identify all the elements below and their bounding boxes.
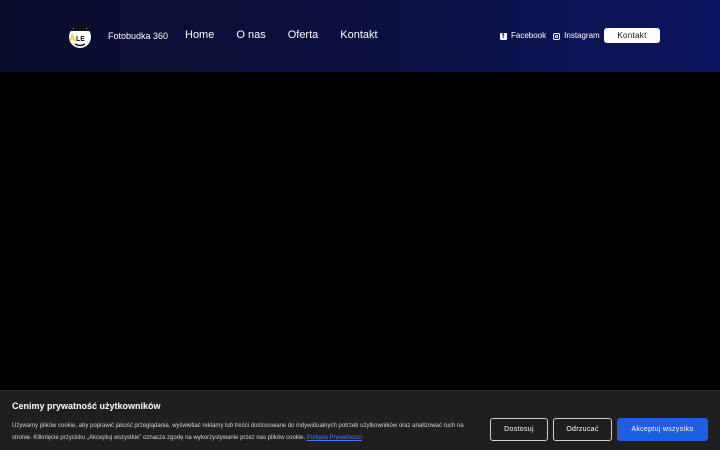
svg-text:LE: LE xyxy=(76,36,85,43)
nav-home[interactable]: Home xyxy=(185,27,214,43)
hero-section xyxy=(0,72,720,390)
social-links: Facebook Instagram xyxy=(500,30,600,43)
brand-name[interactable]: Fotobudka 360 xyxy=(108,29,168,43)
instagram-label: Instagram xyxy=(564,31,600,40)
facebook-icon xyxy=(500,31,507,43)
nav-oferta[interactable]: Oferta xyxy=(288,27,319,43)
facebook-link[interactable]: Facebook xyxy=(500,30,547,43)
customize-button[interactable]: Dostosuj xyxy=(490,418,548,441)
cookie-description: Używamy plików cookie, aby poprawić jako… xyxy=(12,423,464,441)
cookie-text: Używamy plików cookie, aby poprawić jako… xyxy=(12,420,482,444)
cookie-banner: Cenimy prywatność użytkowników Używamy p… xyxy=(0,390,720,450)
instagram-icon xyxy=(553,32,561,40)
ale-logo[interactable]: A LE xyxy=(64,16,96,52)
cookie-title: Cenimy prywatność użytkowników xyxy=(12,401,161,411)
accept-all-button[interactable]: Akceptuj wszystko xyxy=(617,418,708,441)
privacy-policy-link[interactable]: Polityka Prywatności xyxy=(307,435,362,441)
site-header: A LE Fotobudka 360 Home O nas Oferta Kon… xyxy=(0,0,720,72)
instagram-link[interactable]: Instagram xyxy=(553,30,600,42)
main-nav: Home O nas Oferta Kontakt xyxy=(185,27,378,43)
facebook-label: Facebook xyxy=(511,31,547,40)
svg-text:A: A xyxy=(69,33,76,43)
nav-o-nas[interactable]: O nas xyxy=(236,27,265,43)
nav-kontakt[interactable]: Kontakt xyxy=(340,27,377,43)
reject-button[interactable]: Odrzucać xyxy=(553,418,612,441)
contact-button[interactable]: Kontakt xyxy=(604,28,660,43)
